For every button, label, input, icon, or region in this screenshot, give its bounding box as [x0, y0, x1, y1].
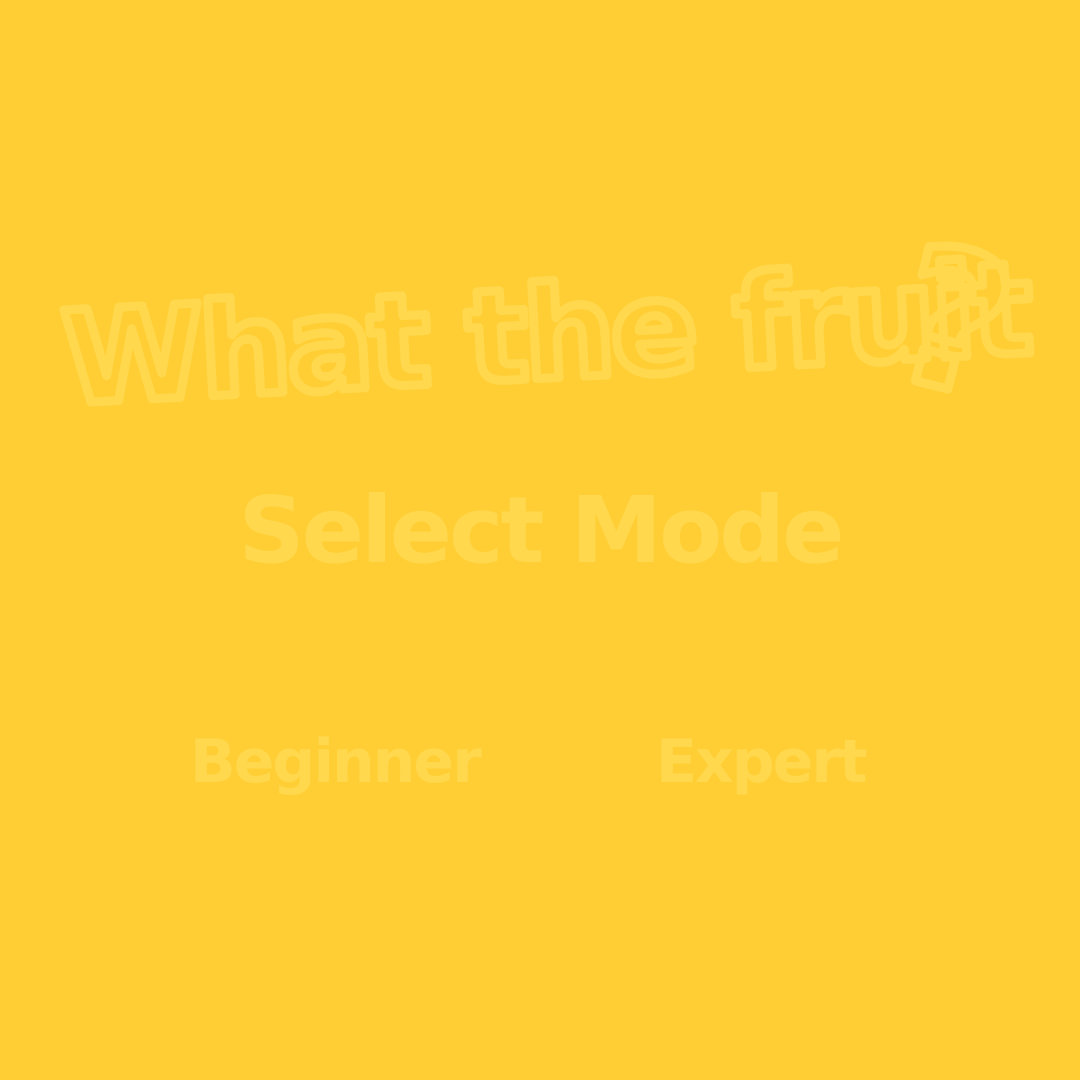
expert-mode-button[interactable]: Expert — [656, 728, 868, 797]
game-logo-graphic: What the fruit ? — [54, 198, 1038, 448]
beginner-mode-button[interactable]: Beginner — [190, 728, 482, 797]
game-logo-question-mark: ? — [873, 202, 1033, 443]
mode-select-screen: What the fruit ? Select Mode Beginner Ex… — [0, 0, 1080, 1080]
game-logo: What the fruit ? — [40, 198, 1040, 448]
select-mode-heading: Select Mode — [238, 477, 844, 584]
